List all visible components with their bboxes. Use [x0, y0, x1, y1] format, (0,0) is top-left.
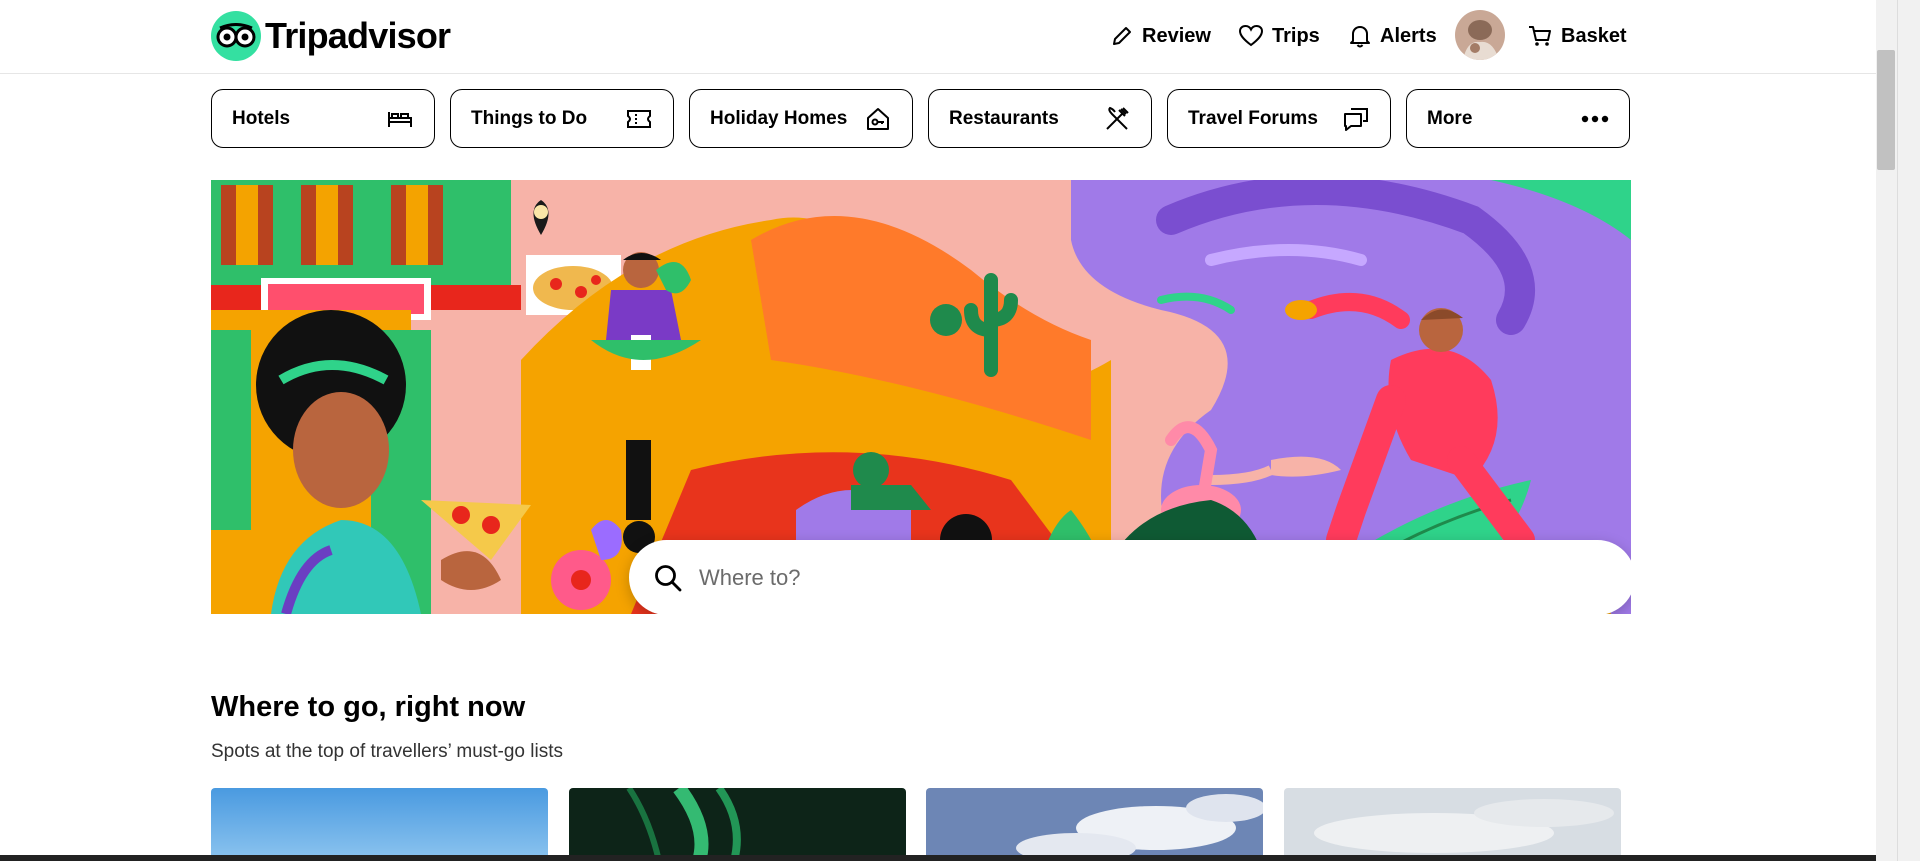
- category-restaurants[interactable]: Restaurants: [928, 89, 1152, 148]
- bed-icon: [388, 111, 412, 127]
- cart-icon: [1529, 26, 1551, 46]
- top-header: Tripadvisor Review Trips Alerts Basket: [0, 0, 1876, 74]
- category-more[interactable]: More: [1406, 89, 1630, 148]
- user-avatar[interactable]: [1455, 10, 1505, 60]
- tripadvisor-logo[interactable]: Tripadvisor: [211, 11, 451, 61]
- chat-bubbles-icon: [1344, 107, 1368, 131]
- category-label: More: [1427, 107, 1473, 129]
- bell-icon: [1350, 26, 1370, 48]
- vertical-scrollbar-thumb[interactable]: [1877, 50, 1895, 170]
- search-input[interactable]: [697, 563, 1581, 592]
- house-key-icon: [867, 107, 889, 130]
- pencil-icon: [1113, 27, 1131, 45]
- category-holiday-homes[interactable]: Holiday Homes: [689, 89, 913, 148]
- owl-logo-icon: [211, 11, 261, 61]
- basket-link[interactable]: Basket: [1527, 16, 1627, 56]
- section-title: Where to go, right now: [211, 691, 526, 723]
- basket-label: Basket: [1561, 24, 1627, 47]
- section-subtitle: Spots at the top of travellers’ must-go …: [211, 741, 564, 762]
- horizontal-scrollbar[interactable]: [0, 855, 1876, 861]
- destination-card-2[interactable]: [569, 788, 906, 861]
- trips-label: Trips: [1272, 24, 1320, 47]
- ticket-icon: [627, 109, 651, 128]
- hero-illustration: [211, 180, 1631, 614]
- destination-card-3[interactable]: [926, 788, 1263, 861]
- destination-card-1[interactable]: [211, 788, 548, 861]
- more-dots-icon: [1581, 115, 1609, 122]
- window-edge: [1897, 0, 1920, 861]
- category-label: Things to Do: [471, 107, 588, 129]
- category-label: Restaurants: [949, 107, 1059, 129]
- trips-link[interactable]: Trips: [1238, 16, 1320, 56]
- category-label: Hotels: [232, 107, 291, 129]
- review-label: Review: [1142, 24, 1211, 47]
- category-label: Holiday Homes: [710, 107, 848, 129]
- category-travel-forums[interactable]: Travel Forums: [1167, 89, 1391, 148]
- category-things-to-do[interactable]: Things to Do: [450, 89, 674, 148]
- destination-card-4[interactable]: [1284, 788, 1621, 861]
- fork-knife-icon: [1106, 106, 1129, 130]
- review-link[interactable]: Review: [1110, 16, 1211, 56]
- category-label: Travel Forums: [1188, 107, 1318, 129]
- search-icon: [655, 564, 682, 591]
- heart-icon: [1238, 24, 1264, 47]
- logo-wordmark: Tripadvisor: [265, 15, 451, 56]
- category-hotels[interactable]: Hotels: [211, 89, 435, 148]
- search-bar[interactable]: [629, 540, 1631, 614]
- alerts-link[interactable]: Alerts: [1348, 16, 1437, 56]
- alerts-label: Alerts: [1380, 24, 1437, 47]
